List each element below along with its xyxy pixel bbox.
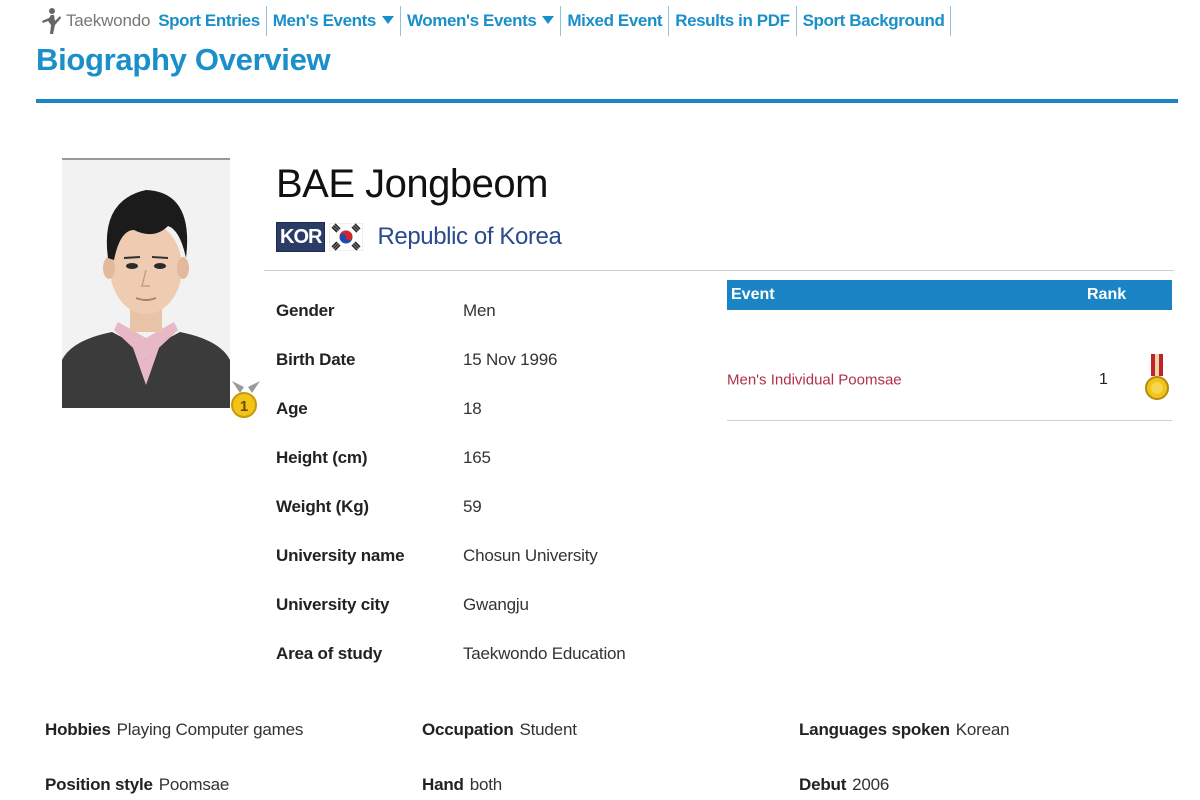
athlete-photo — [62, 158, 230, 408]
hobbies-field: Hobbies Playing Computer games — [45, 720, 303, 740]
languages-value: Korean — [955, 720, 1010, 739]
bio-value: 15 Nov 1996 — [463, 350, 558, 369]
occupation-value: Student — [519, 720, 577, 739]
bio-value: Taekwondo Education — [463, 644, 626, 663]
taekwondo-kick-icon — [42, 8, 61, 34]
bio-label: Height (cm) — [276, 448, 368, 467]
bio-label: Area of study — [276, 644, 383, 663]
bio-label: Weight (Kg) — [276, 497, 369, 516]
position-style-field: Position style Poomsae — [45, 775, 229, 795]
hand-value: both — [469, 775, 502, 794]
bio-label: University name — [276, 546, 405, 565]
position-style-value: Poomsae — [158, 775, 230, 794]
country-name[interactable]: Republic of Korea — [377, 223, 561, 251]
column-header-event: Event — [731, 286, 775, 303]
occupation-field: Occupation Student — [422, 720, 577, 740]
column-header-rank: Rank — [1087, 286, 1127, 303]
debut-label: Debut — [799, 775, 847, 794]
sport-nav: Taekwondo Sport Entries Men's Events Wom… — [40, 6, 952, 36]
header-divider — [264, 270, 1174, 271]
hobbies-label: Hobbies — [45, 720, 111, 739]
bio-value: Men — [463, 301, 496, 320]
occupation-label: Occupation — [422, 720, 514, 739]
hand-label: Hand — [422, 775, 464, 794]
bio-value: Gwangju — [463, 595, 529, 614]
debut-value: 2006 — [852, 775, 890, 794]
sport-name[interactable]: Taekwondo — [66, 11, 150, 31]
title-divider — [36, 99, 1178, 103]
nav-womens-events[interactable]: Women's Events — [401, 6, 562, 36]
nav-mens-events[interactable]: Men's Events — [267, 6, 401, 36]
gold-medal-icon — [1145, 354, 1169, 400]
country-code: KOR — [276, 222, 326, 252]
nav-sport-entries[interactable]: Sport Entries — [158, 6, 267, 36]
nav-sport-background[interactable]: Sport Background — [797, 6, 952, 36]
rank-value: 1 — [1099, 371, 1108, 388]
hobbies-value: Playing Computer games — [116, 720, 304, 739]
table-row: Men's Individual Poomsae 1 — [727, 310, 1172, 421]
bio-label: Gender — [276, 301, 335, 320]
bio-label: Age — [276, 399, 308, 418]
bio-value: 18 — [463, 399, 482, 418]
bio-label: University city — [276, 595, 390, 614]
bio-label: Birth Date — [276, 350, 356, 369]
results-table: Event Rank Men's Individual Poomsae 1 — [727, 280, 1172, 421]
chevron-down-icon — [542, 15, 555, 24]
results-table-header: Event Rank — [727, 280, 1172, 310]
medal-badge-icon: 1 — [231, 381, 260, 418]
country-row: KOR Republic of Korea — [276, 220, 562, 254]
hand-field: Hand both — [422, 775, 502, 795]
page-title: Biography Overview — [36, 42, 331, 77]
bio-value: Chosun University — [463, 546, 598, 565]
nav-results-pdf[interactable]: Results in PDF — [669, 6, 797, 36]
athlete-portrait — [62, 160, 230, 408]
event-link[interactable]: Men's Individual Poomsae — [727, 372, 902, 389]
korea-flag-icon — [329, 223, 364, 251]
bio-value: 59 — [463, 497, 482, 516]
debut-field: Debut 2006 — [799, 775, 889, 795]
nav-mixed-event[interactable]: Mixed Event — [561, 6, 670, 36]
languages-label: Languages spoken — [799, 720, 950, 739]
position-style-label: Position style — [45, 775, 153, 794]
medal-badge-count: 1 — [240, 398, 248, 415]
chevron-down-icon — [381, 15, 394, 24]
bio-value: 165 — [463, 448, 491, 467]
languages-field: Languages spoken Korean — [799, 720, 1010, 740]
athlete-name: BAE Jongbeom — [276, 162, 548, 206]
